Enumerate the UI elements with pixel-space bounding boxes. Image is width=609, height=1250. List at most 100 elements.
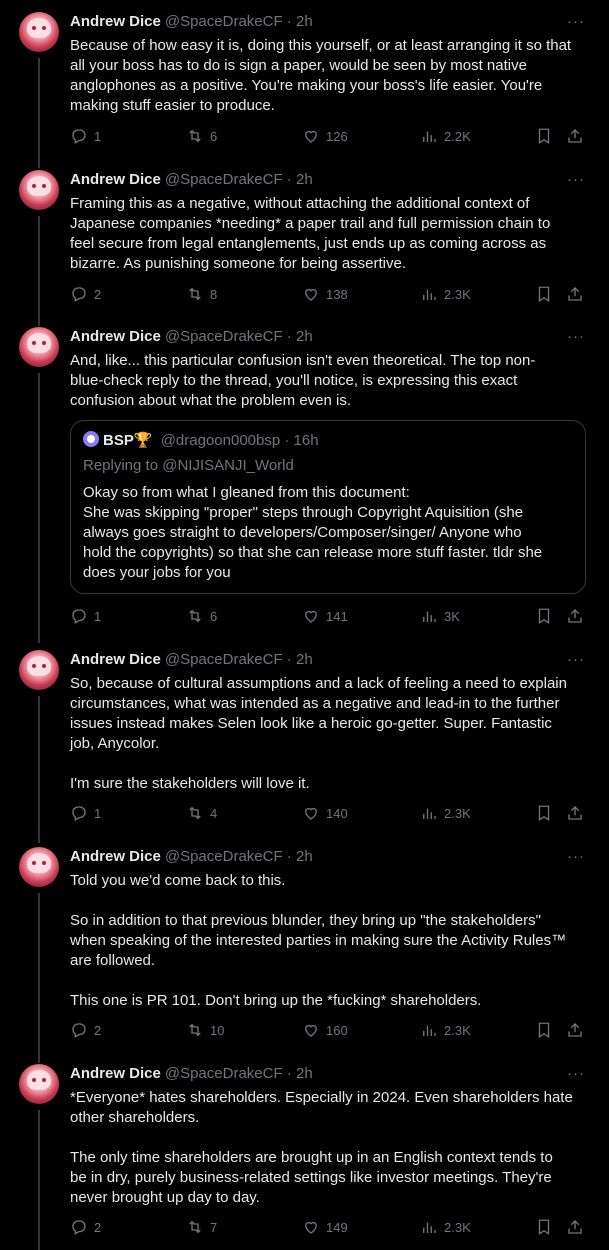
- share-icon: [568, 609, 582, 623]
- views-button[interactable]: 2.2K: [420, 126, 471, 146]
- like-button[interactable]: 141: [302, 606, 348, 626]
- bookmark-icon: [538, 286, 550, 303]
- like-button[interactable]: 140: [302, 803, 348, 823]
- views-icon: [423, 1222, 436, 1233]
- reply-icon: [72, 1023, 86, 1038]
- action-bar: 1 4 140 2.3K: [70, 803, 590, 823]
- reply-button[interactable]: 2: [70, 284, 101, 304]
- tweet[interactable]: Andrew Dice @SpaceDrakeCF · 2h ··· Becaus…: [0, 0, 609, 160]
- reply-icon: [72, 129, 86, 144]
- author-name[interactable]: Andrew Dice: [70, 1065, 161, 1082]
- avatar[interactable]: [19, 170, 59, 210]
- quoted-author-name: BSP🏆: [103, 432, 153, 449]
- tweet[interactable]: Andrew Dice @SpaceDrakeCF · 2h ··· And, l…: [0, 315, 609, 637]
- share-button[interactable]: [566, 126, 584, 146]
- more-options-icon[interactable]: ···: [567, 12, 585, 32]
- retweet-icon: [189, 609, 201, 623]
- more-options-icon[interactable]: ···: [567, 847, 585, 867]
- author-handle[interactable]: @SpaceDrakeCF · 2h: [165, 848, 313, 865]
- action-bar: 2 8 138 2.3K: [70, 284, 590, 304]
- author-name[interactable]: Andrew Dice: [70, 13, 161, 30]
- avatar[interactable]: [19, 327, 59, 367]
- bookmark-button[interactable]: [535, 803, 553, 823]
- author-handle[interactable]: @SpaceDrakeCF · 2h: [165, 171, 313, 188]
- retweet-icon: [189, 1023, 201, 1037]
- avatar[interactable]: [19, 1064, 59, 1104]
- more-options-icon[interactable]: ···: [567, 327, 585, 347]
- bookmark-icon: [538, 608, 550, 625]
- retweet-button[interactable]: 4: [186, 803, 217, 823]
- bookmark-button[interactable]: [535, 606, 553, 626]
- retweet-button[interactable]: 6: [186, 606, 217, 626]
- view-count: 2.3K: [444, 286, 471, 302]
- bookmark-button[interactable]: [535, 126, 553, 146]
- retweet-button[interactable]: 6: [186, 126, 217, 146]
- reply-icon: [72, 287, 86, 302]
- views-button[interactable]: 3K: [420, 606, 460, 626]
- views-button[interactable]: 2.3K: [420, 803, 471, 823]
- bookmark-button[interactable]: [535, 284, 553, 304]
- tweet[interactable]: Andrew Dice @SpaceDrakeCF · 2h ··· Told y…: [0, 835, 609, 1055]
- tweet[interactable]: Andrew Dice @SpaceDrakeCF · 2h ··· Framin…: [0, 158, 609, 318]
- tweet[interactable]: Andrew Dice @SpaceDrakeCF · 2h ··· So, be…: [0, 638, 609, 838]
- avatar[interactable]: [19, 650, 59, 690]
- like-button[interactable]: 138: [302, 284, 348, 304]
- author-name[interactable]: Andrew Dice: [70, 328, 161, 345]
- tweet-text: And, like... this particular confusion i…: [70, 352, 536, 409]
- reply-button[interactable]: 2: [70, 1217, 101, 1237]
- bookmark-button[interactable]: [535, 1020, 553, 1040]
- share-button[interactable]: [566, 1217, 584, 1237]
- share-button[interactable]: [566, 1020, 584, 1040]
- avatar[interactable]: [19, 12, 59, 52]
- reply-button[interactable]: 1: [70, 126, 101, 146]
- more-options-icon[interactable]: ···: [567, 170, 585, 190]
- author-handle[interactable]: @SpaceDrakeCF · 2h: [165, 13, 313, 30]
- tweet-header: Andrew Dice @SpaceDrakeCF · 2h ···: [70, 327, 585, 347]
- like-count: 126: [326, 128, 348, 144]
- author-handle[interactable]: @SpaceDrakeCF · 2h: [165, 328, 313, 345]
- retweet-button[interactable]: 8: [186, 284, 217, 304]
- reply-button[interactable]: 2: [70, 1020, 101, 1040]
- view-count: 2.3K: [444, 1022, 471, 1038]
- heart-icon: [305, 610, 317, 623]
- tweet-header: Andrew Dice @SpaceDrakeCF · 2h ···: [70, 847, 585, 867]
- more-options-icon[interactable]: ···: [567, 650, 585, 670]
- reply-button[interactable]: 1: [70, 606, 101, 626]
- author-name[interactable]: Andrew Dice: [70, 171, 161, 188]
- retweet-count: 6: [210, 608, 218, 624]
- avatar[interactable]: [19, 847, 59, 887]
- bookmark-button[interactable]: [535, 1217, 553, 1237]
- share-icon: [568, 287, 582, 301]
- like-count: 160: [326, 1022, 348, 1038]
- quoted-tweet-text: Okay so from what I gleaned from this do…: [83, 484, 543, 581]
- quoted-tweet-header: BSP🏆 @dragoon000bsp · 16h: [83, 431, 319, 451]
- views-button[interactable]: 2.3K: [420, 1020, 471, 1040]
- retweet-icon: [189, 1220, 201, 1234]
- retweet-button[interactable]: 10: [186, 1020, 224, 1040]
- reply-icon: [72, 1220, 86, 1235]
- like-button[interactable]: 126: [302, 126, 348, 146]
- like-count: 141: [326, 608, 348, 624]
- share-button[interactable]: [566, 284, 584, 304]
- retweet-button[interactable]: 7: [186, 1217, 217, 1237]
- reply-button[interactable]: 1: [70, 803, 101, 823]
- like-count: 140: [326, 805, 348, 821]
- tweet[interactable]: Andrew Dice @SpaceDrakeCF · 2h ··· *Every…: [0, 1052, 609, 1250]
- views-button[interactable]: 2.3K: [420, 284, 471, 304]
- author-name[interactable]: Andrew Dice: [70, 848, 161, 865]
- quoted-tweet[interactable]: BSP🏆 @dragoon000bsp · 16h Replying to @N…: [70, 420, 586, 594]
- views-button[interactable]: 2.3K: [420, 1217, 471, 1237]
- more-options-icon[interactable]: ···: [567, 1064, 585, 1084]
- author-handle[interactable]: @SpaceDrakeCF · 2h: [165, 651, 313, 668]
- action-bar: 2 10 160 2.3K: [70, 1020, 590, 1040]
- share-button[interactable]: [566, 606, 584, 626]
- share-button[interactable]: [566, 803, 584, 823]
- author-handle[interactable]: @SpaceDrakeCF · 2h: [165, 1065, 313, 1082]
- like-button[interactable]: 160: [302, 1020, 348, 1040]
- like-button[interactable]: 149: [302, 1217, 348, 1237]
- retweet-count: 7: [210, 1219, 218, 1235]
- view-count: 3K: [444, 608, 460, 624]
- retweet-icon: [189, 287, 201, 301]
- author-name[interactable]: Andrew Dice: [70, 651, 161, 668]
- retweet-count: 8: [210, 286, 218, 302]
